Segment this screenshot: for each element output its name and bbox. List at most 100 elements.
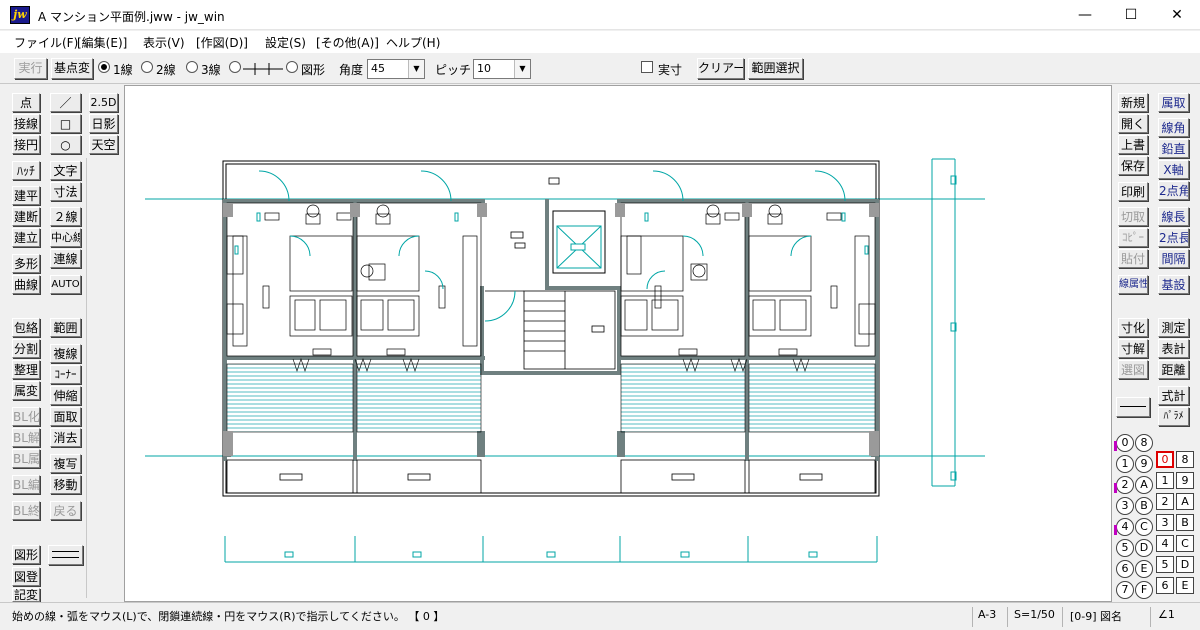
tool-measure[interactable]: 測定 <box>1158 318 1189 337</box>
tool-2-5d[interactable]: 2.5D <box>89 93 118 112</box>
tool-two-point-length[interactable]: 2点長 <box>1158 228 1189 247</box>
drawing-canvas[interactable] <box>124 85 1112 602</box>
tool-figure[interactable]: 図形 <box>12 545 40 564</box>
layer-button-7[interactable]: 7 <box>1116 581 1134 599</box>
shape-radio[interactable] <box>286 61 298 73</box>
group-button-2[interactable]: 2 <box>1156 493 1174 510</box>
menu-help[interactable]: ヘルプ(H) <box>386 34 440 51</box>
tool-print[interactable]: 印刷 <box>1118 182 1148 201</box>
tool-overwrite[interactable]: 上書 <box>1118 135 1148 154</box>
tool-circle[interactable]: ○ <box>50 135 81 154</box>
tool-point[interactable]: 点 <box>12 93 40 112</box>
tool-erase[interactable]: 消去 <box>50 428 81 447</box>
group-button-4[interactable]: 4 <box>1156 535 1174 552</box>
actual-size-checkbox[interactable] <box>641 61 653 73</box>
tool-base-settings[interactable]: 基設 <box>1158 275 1189 294</box>
tool-continuous-line[interactable]: 連線 <box>50 249 81 268</box>
layer-button-4[interactable]: 4 <box>1116 518 1134 536</box>
tool-text[interactable]: 文字 <box>50 161 81 180</box>
layer-button-a[interactable]: A <box>1135 476 1153 494</box>
group-button-3[interactable]: 3 <box>1156 514 1174 531</box>
tool-new-file[interactable]: 新規 <box>1118 93 1148 112</box>
tool-figure-register[interactable]: 図登 <box>12 567 40 586</box>
tool-line-attribute[interactable]: 線属性 <box>1118 275 1148 294</box>
base-change-button[interactable]: 基点変 <box>51 58 93 79</box>
layer-button-f[interactable]: F <box>1135 581 1153 599</box>
tool-attribute-change[interactable]: 属変 <box>12 381 40 400</box>
menu-draw[interactable]: [作図(D)] <box>196 34 248 51</box>
tool-hatch[interactable]: ﾊｯﾁ <box>12 161 40 180</box>
tool-organize[interactable]: 整理 <box>12 360 40 379</box>
close-button[interactable]: ✕ <box>1154 0 1200 30</box>
menu-settings[interactable]: 設定(S) <box>265 34 306 51</box>
tool-save[interactable]: 保存 <box>1118 156 1148 175</box>
tool-curve[interactable]: 曲線 <box>12 275 40 294</box>
tool-table-calc[interactable]: 表計 <box>1158 339 1189 358</box>
layer-button-2[interactable]: 2 <box>1116 476 1134 494</box>
tool-sky-view[interactable]: 天空 <box>89 135 118 154</box>
tool-interval[interactable]: 間隔 <box>1158 249 1189 268</box>
layer-button-b[interactable]: B <box>1135 497 1153 515</box>
tool-cut[interactable]: 切取 <box>1118 207 1148 226</box>
drawing-scale[interactable]: S=1/50 <box>1014 608 1055 621</box>
paper-size[interactable]: A-3 <box>978 608 996 621</box>
tool-undo[interactable]: 戻る <box>50 501 81 520</box>
tool-block-attribute[interactable]: BL属 <box>12 449 40 468</box>
tool-record-change[interactable]: 記変 <box>12 588 40 602</box>
line-type-1-radio[interactable] <box>98 61 110 73</box>
range-select-button[interactable]: 範囲選択 <box>748 58 803 79</box>
tool-block-create[interactable]: BL化 <box>12 407 40 426</box>
menu-file[interactable]: ファイル(F) <box>14 34 78 51</box>
tool-center-line[interactable]: 中心線 <box>50 228 81 247</box>
angle-select[interactable]: 45 ▼ <box>367 59 425 79</box>
layer-button-3[interactable]: 3 <box>1116 497 1134 515</box>
line-style-preview[interactable] <box>48 545 83 565</box>
tool-block-explode[interactable]: BL解 <box>12 428 40 447</box>
menu-other[interactable]: [その他(A)] <box>316 34 379 51</box>
group-button-d[interactable]: D <box>1176 556 1194 573</box>
group-button-1[interactable]: 1 <box>1156 472 1174 489</box>
tool-attribute-take[interactable]: 属取 <box>1158 93 1189 112</box>
tool-sun-shadow[interactable]: 日影 <box>89 114 118 133</box>
tool-dimension[interactable]: 寸法 <box>50 182 81 201</box>
tool-rectangle[interactable]: □ <box>50 114 81 133</box>
tool-building-section[interactable]: 建断 <box>12 207 40 226</box>
group-button-9[interactable]: 9 <box>1176 472 1194 489</box>
tool-block-edit[interactable]: BL編 <box>12 475 40 494</box>
tool-copy-clipboard[interactable]: ｺﾋﾟｰ <box>1118 228 1148 247</box>
tool-range[interactable]: 範囲 <box>50 318 81 337</box>
layer-button-1[interactable]: 1 <box>1116 455 1134 473</box>
layer-button-0[interactable]: 0 <box>1116 434 1134 452</box>
tool-dim-convert[interactable]: 寸化 <box>1118 318 1148 337</box>
tool-distance[interactable]: 距離 <box>1158 360 1189 379</box>
layer-button-6[interactable]: 6 <box>1116 560 1134 578</box>
tool-polygon[interactable]: 多形 <box>12 254 40 273</box>
tool-move[interactable]: 移動 <box>50 475 81 494</box>
layer-button-8[interactable]: 8 <box>1135 434 1153 452</box>
group-button-0[interactable]: 0 <box>1156 451 1174 468</box>
layer-button-9[interactable]: 9 <box>1135 455 1153 473</box>
tool-vertical[interactable]: 鉛直 <box>1158 139 1189 158</box>
group-button-8[interactable]: 8 <box>1176 451 1194 468</box>
line-color-preview[interactable] <box>1116 397 1150 417</box>
tool-extend[interactable]: 伸縮 <box>50 386 81 405</box>
tool-line-angle[interactable]: 線角 <box>1158 118 1189 137</box>
chevron-down-icon[interactable]: ▼ <box>408 60 424 78</box>
tool-building-plan[interactable]: 建平 <box>12 186 40 205</box>
tool-tangent-line[interactable]: 接線 <box>12 114 40 133</box>
group-button-a[interactable]: A <box>1176 493 1194 510</box>
line-type-double-radio[interactable] <box>229 61 241 73</box>
group-button-b[interactable]: B <box>1176 514 1194 531</box>
layer-button-d[interactable]: D <box>1135 539 1153 557</box>
line-type-3-radio[interactable] <box>186 61 198 73</box>
tool-line-length[interactable]: 線長 <box>1158 207 1189 226</box>
tool-envelope[interactable]: 包絡 <box>12 318 40 337</box>
menu-view[interactable]: 表示(V) <box>143 34 185 51</box>
tool-offset[interactable]: 複線 <box>50 344 81 363</box>
menu-edit[interactable]: [編集(E)] <box>77 34 127 51</box>
tool-divide[interactable]: 分割 <box>12 339 40 358</box>
layer-group-name[interactable]: [0-9] 図名 <box>1070 608 1122 624</box>
line-type-2-radio[interactable] <box>141 61 153 73</box>
group-button-6[interactable]: 6 <box>1156 577 1174 594</box>
tool-block-end[interactable]: BL終 <box>12 501 40 520</box>
